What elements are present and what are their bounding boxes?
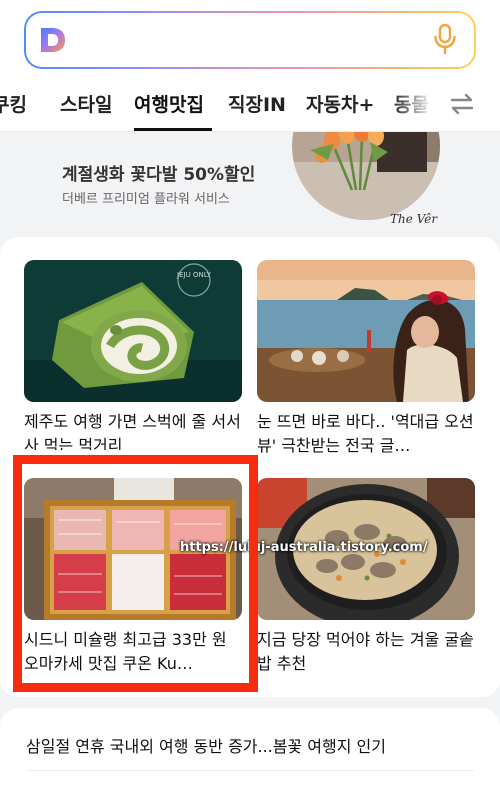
tab-car[interactable]: 자동차+ [306, 90, 374, 117]
microphone-icon[interactable] [432, 23, 458, 55]
card-badge: JEJU ONLY [176, 271, 212, 279]
daum-logo-icon [41, 28, 65, 52]
news-item[interactable]: 삼일절 연휴 국내외 여행 동반 증가...봄꽃 여행지 인기 [26, 733, 386, 757]
tab-edit-icon[interactable] [448, 90, 476, 118]
card-caption-2[interactable]: 눈 뜨면 바로 바다.. '역대급 오션뷰' 극찬받는 전국 글… [257, 410, 479, 458]
tab-work[interactable]: 직장IN [228, 90, 286, 117]
highlight-box [13, 455, 258, 692]
news-divider [26, 770, 474, 771]
ad-title: 계절생화 꽃다발 50%할인 [62, 165, 256, 185]
card-caption-4[interactable]: 지금 당장 먹어야 하는 겨울 굴솥밥 추천 [257, 628, 479, 676]
tab-style[interactable]: 스타일 [60, 90, 112, 117]
tab-travel-food[interactable]: 여행맛집 [134, 90, 204, 117]
ad-banner[interactable]: 계절생화 꽃다발 50%할인 더베르 프리미엄 플라워 서비스 The Vêr [0, 132, 500, 228]
search-bar[interactable] [24, 11, 476, 69]
category-tabs: 쿠킹 스타일 여행맛집 직장IN 자동차+ 동물 [0, 78, 500, 132]
active-tab-indicator [134, 128, 212, 131]
card-thumbnail-ocean-view[interactable] [257, 260, 475, 402]
search-input[interactable] [26, 13, 474, 67]
tabs-fade [392, 78, 450, 131]
card-caption-1[interactable]: 제주도 여행 가면 스벅에 줄 서서 사 먹는 먹거리 [24, 410, 246, 450]
search-bar-container [0, 0, 500, 78]
ad-brand-logo: The Vêr [390, 212, 438, 226]
card-thumbnail-cake[interactable]: JEJU ONLY [24, 260, 242, 402]
ad-subtitle: 더베르 프리미엄 플라워 서비스 [62, 192, 230, 207]
tab-cooking[interactable]: 쿠킹 [0, 90, 27, 117]
ad-flower-image [292, 132, 440, 220]
